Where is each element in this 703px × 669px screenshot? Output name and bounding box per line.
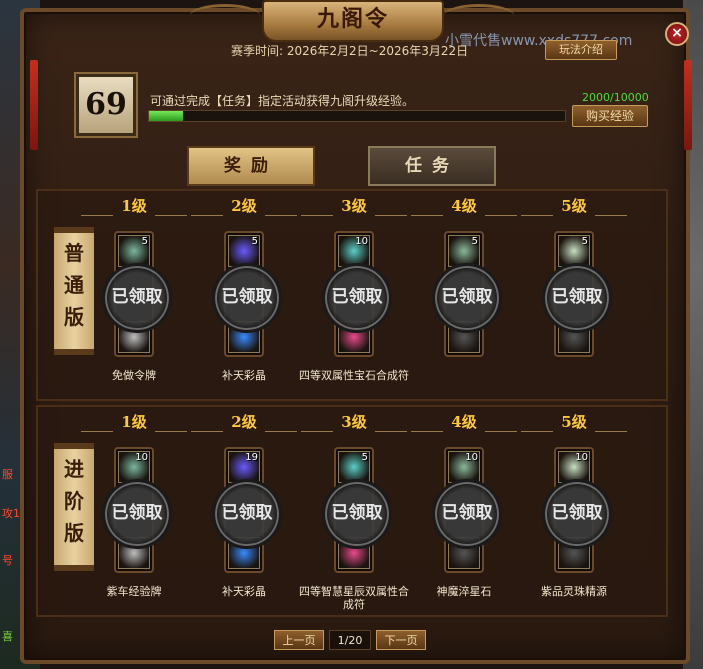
tab-tasks[interactable]: 任务 <box>368 146 496 186</box>
reward-track-advanced: 进 阶 版 1级 10 已领取紫车经验牌 2级 19 已领取补天彩晶 3级 5 已领取四等智慧星… <box>36 405 668 617</box>
claimed-stamp: 已领取 <box>212 479 282 549</box>
claimed-stamp: 已领取 <box>432 479 502 549</box>
tier-level-label: 1级 <box>79 411 189 432</box>
claimed-stamp: 已领取 <box>322 479 392 549</box>
close-icon[interactable]: × <box>665 22 689 46</box>
exp-progress-bar <box>148 110 566 122</box>
title-ornament-right <box>444 4 514 27</box>
track-label-char: 阶 <box>64 489 84 513</box>
reward-track-normal: 普 通 版 1级 5 已领取免做令牌 2级 5 已领取补天彩晶 3级 10 已领取四等双属性宝石… <box>36 189 668 401</box>
tier-level-label: 4级 <box>409 195 519 216</box>
tier-level-label: 5级 <box>519 195 629 216</box>
tier-level-label: 5级 <box>519 411 629 432</box>
item-count: 5 <box>361 452 368 463</box>
claimed-stamp: 已领取 <box>542 479 612 549</box>
item-count: 19 <box>245 452 258 463</box>
track-label-char: 版 <box>64 305 84 329</box>
item-count: 10 <box>135 452 148 463</box>
tier-level-label: 2级 <box>189 195 299 216</box>
prev-page-button[interactable]: 上一页 <box>274 630 324 650</box>
pass-level-badge: 69 <box>74 72 138 138</box>
item-count: 5 <box>471 236 478 247</box>
claimed-stamp: 已领取 <box>102 263 172 333</box>
claimed-stamp: 已领取 <box>322 263 392 333</box>
season-time: 赛季时间: 2026年2月2日~2026年3月22日 <box>231 44 469 58</box>
reward-item-name: 补天彩晶 <box>222 369 266 382</box>
next-page-button[interactable]: 下一页 <box>376 630 426 650</box>
reward-item-name: 四等智慧星辰双属性合成符 <box>299 585 409 611</box>
claimed-stamp: 已领取 <box>432 263 502 333</box>
tier-level-label: 3级 <box>299 411 409 432</box>
exp-progress-fill <box>149 111 184 121</box>
reward-item-name: 紫品灵珠精源 <box>541 585 607 598</box>
window-title: 九阁令 <box>262 0 444 42</box>
claimed-stamp: 已领取 <box>542 263 612 333</box>
exp-description: 可通过完成【任务】指定活动获得九阁升级经验。 <box>150 94 415 108</box>
item-count: 10 <box>355 236 368 247</box>
item-count: 10 <box>465 452 478 463</box>
claimed-stamp: 已领取 <box>212 263 282 333</box>
track-label-char: 进 <box>64 457 84 481</box>
tier-level-label: 2级 <box>189 411 299 432</box>
reward-item-name: 紫车经验牌 <box>106 585 162 598</box>
reward-item-name: 补天彩晶 <box>222 585 266 598</box>
item-count: 10 <box>575 452 588 463</box>
reward-item-name: 四等双属性宝石合成符 <box>299 369 409 382</box>
item-count: 5 <box>141 236 148 247</box>
exp-counter: 2000/10000 <box>582 91 649 104</box>
item-count: 5 <box>251 236 258 247</box>
track-label-char: 版 <box>64 521 84 545</box>
reward-item-name: 神魔淬星石 <box>436 585 492 598</box>
tier-level-label: 4级 <box>409 411 519 432</box>
claimed-stamp: 已领取 <box>102 479 172 549</box>
title-ornament-left <box>190 4 260 27</box>
tier-level-label: 1级 <box>79 195 189 216</box>
tier-level-label: 3级 <box>299 195 409 216</box>
page-indicator: 1/20 <box>329 630 371 650</box>
track-label-scroll: 进 阶 版 <box>54 443 94 571</box>
left-tassel-ornament <box>30 60 38 150</box>
track-label-scroll: 普 通 版 <box>54 227 94 355</box>
edge-text: 攻1 <box>2 507 20 520</box>
track-label-char: 普 <box>64 241 84 265</box>
edge-text: 服 <box>2 468 13 481</box>
gameplay-guide-button[interactable]: 玩法介绍 <box>545 40 617 60</box>
track-label-char: 通 <box>64 273 84 297</box>
edge-text: 号 <box>2 554 13 567</box>
buy-exp-button[interactable]: 购买经验 <box>572 105 648 127</box>
right-tassel-ornament <box>684 60 692 150</box>
reward-item-name: 免做令牌 <box>112 369 156 382</box>
item-count: 5 <box>581 236 588 247</box>
tab-rewards[interactable]: 奖励 <box>187 146 315 186</box>
edge-text: 喜 <box>2 630 13 643</box>
